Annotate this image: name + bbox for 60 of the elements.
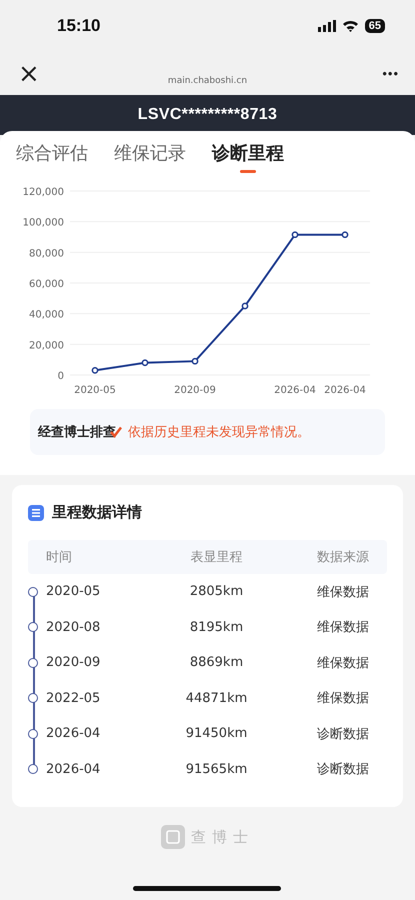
tab[interactable]: 诊断里程 — [212, 141, 284, 175]
axis-label: 80,000 — [29, 248, 64, 260]
tab[interactable]: 综合评估 — [16, 141, 88, 175]
signal-icon — [318, 20, 336, 32]
vin-number: LSVC*********8713 — [138, 106, 278, 124]
logo-icon — [161, 825, 185, 849]
table-cell-text: 2026-04 — [46, 726, 102, 742]
more-button[interactable]: ••• — [382, 66, 399, 81]
list-icon — [28, 504, 44, 520]
timeline-dot — [28, 728, 38, 739]
column-header: 表显里程 — [189, 549, 244, 566]
table-cell-text: 2020-08 — [46, 620, 102, 635]
data-point — [192, 358, 198, 365]
axis-label: 100,000 — [22, 218, 64, 229]
column-header: 时间 — [46, 549, 73, 566]
table-cell-text: 维保数据 — [316, 690, 370, 708]
axis-label: 20,000 — [29, 340, 64, 352]
axis-label: 2020-09 — [174, 385, 216, 396]
axis-label: 2020-05 — [74, 385, 116, 396]
table-cell-text: 8195km — [188, 620, 244, 635]
timeline-dot — [28, 693, 38, 704]
data-point — [242, 302, 248, 310]
table-cell-text: 2020-09 — [46, 655, 102, 670]
axis-label: 0 — [58, 371, 64, 382]
timeline-dot — [28, 586, 38, 597]
table-cell-text: 2020-05 — [46, 584, 102, 600]
axis-label: 120,000 — [22, 187, 64, 198]
verdict-message: 依据历史里程未发现异常情况。 — [128, 424, 310, 441]
data-point — [292, 231, 298, 238]
table-cell-text: 91565km — [184, 762, 248, 777]
table-cell-text: 44871km — [184, 690, 248, 706]
table-cell-text: 维保数据 — [316, 654, 370, 672]
data-point — [142, 359, 148, 366]
table-cell-text: 诊断数据 — [316, 726, 370, 743]
table-cell-text: 2026-04 — [46, 762, 102, 777]
table-cell-text: 2022-05 — [46, 690, 102, 706]
table-cell-text: 维保数据 — [316, 619, 370, 636]
table-cell-text: 8869km — [188, 655, 244, 670]
axis-label: 2026-04 — [274, 385, 316, 396]
timeline-dot — [28, 764, 38, 774]
wifi-icon — [342, 20, 359, 32]
status-time: 15:10 — [57, 16, 100, 36]
table-cell-text: 91450km — [184, 726, 248, 742]
data-point — [342, 231, 348, 238]
axis-label: 2026-04 — [324, 385, 366, 396]
brand-name: 查博士 — [191, 828, 254, 846]
axis-label: 60,000 — [29, 279, 64, 290]
timeline-dot — [28, 622, 38, 632]
table-cell-text: 维保数据 — [316, 584, 370, 601]
column-header: 数据来源 — [316, 549, 370, 566]
table-cell-text: 2805km — [188, 584, 244, 600]
data-point — [92, 367, 98, 374]
page-url: main.chaboshi.cn — [168, 76, 248, 86]
section-title: 里程数据详情 — [52, 503, 142, 522]
axis-label: 40,000 — [29, 310, 64, 321]
table-cell-text: 诊断数据 — [316, 761, 370, 778]
tab[interactable]: 维保记录 — [114, 141, 186, 175]
battery-level: 65 — [364, 19, 385, 33]
timeline-dot — [28, 658, 38, 668]
close-button[interactable]: × — [14, 60, 44, 86]
